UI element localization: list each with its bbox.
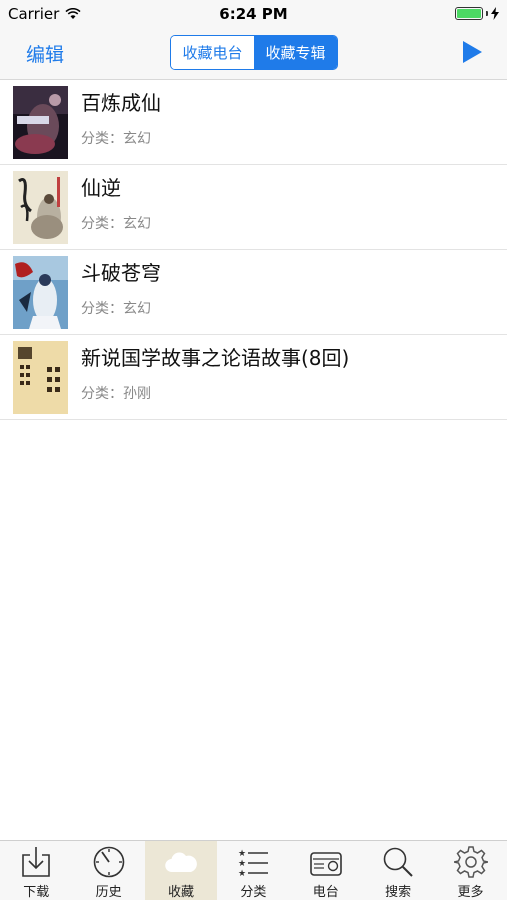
navigation-bar: 编辑 收藏电台 收藏专辑 [0,28,507,80]
album-title: 仙逆 [81,176,121,200]
tab-favorites[interactable]: 收藏 [144,841,218,900]
cloud-icon [165,852,197,873]
album-category: 分类：玄幻 [81,216,151,232]
list-item[interactable]: 新说国学故事之论语故事(8回) 分类：孙刚 [0,335,507,420]
album-cover [13,256,68,329]
tab-label: 搜索 [385,885,412,900]
clock: 6:24 PM [219,5,288,23]
album-cover [13,171,68,244]
list-item[interactable]: 仙逆 分类：玄幻 [0,165,507,250]
album-title: 斗破苍穹 [81,261,161,285]
list-icon: ★ ★ ★ [238,849,269,879]
list-item[interactable]: 百炼成仙 分类：玄幻 [0,80,507,165]
list-item[interactable]: 斗破苍穹 分类：玄幻 [0,250,507,335]
album-list: 百炼成仙 分类：玄幻 仙逆 分类：玄幻 斗破苍穹 分类：玄幻 新说国学故事之论语… [0,80,507,420]
radio-icon [309,852,342,876]
tab-radio[interactable]: 电台 [290,841,362,900]
battery-icon [455,7,499,20]
album-title: 百炼成仙 [81,91,161,115]
tab-label: 分类 [240,885,267,900]
album-category: 分类：玄幻 [81,131,151,147]
play-icon[interactable] [460,40,484,64]
tab-download[interactable]: 下载 [0,841,72,900]
tab-history[interactable]: 历史 [72,841,144,900]
album-category: 分类：孙刚 [81,386,151,402]
tab-label: 下载 [23,885,50,900]
tab-label: 更多 [457,885,484,900]
svg-text:★: ★ [238,849,246,859]
tab-search[interactable]: 搜索 [362,841,434,900]
tab-label: 收藏 [167,885,194,900]
segment-favorite-albums[interactable]: 收藏专辑 [254,36,337,69]
search-icon [383,847,413,877]
charging-bolt-icon [491,7,499,20]
tab-label: 电台 [312,885,339,900]
tab-categories[interactable]: ★ ★ ★ 分类 [217,841,289,900]
download-icon [22,847,50,877]
segmented-control: 收藏电台 收藏专辑 [170,35,338,70]
status-bar: Carrier 6:24 PM [0,0,507,28]
svg-text:★: ★ [238,869,246,879]
album-cover [13,341,68,414]
tab-bar: 下载 历史 收藏 ★ ★ ★ 分类 电台 搜索 更多 [0,840,507,900]
album-category: 分类：玄幻 [81,301,151,317]
album-title: 新说国学故事之论语故事(8回) [81,346,350,370]
clock-icon [93,846,124,878]
segment-favorite-radio[interactable]: 收藏电台 [171,36,254,69]
album-cover [13,86,68,159]
svg-text:★: ★ [238,859,246,869]
edit-button[interactable]: 编辑 [26,40,64,67]
tab-label: 历史 [95,885,122,900]
tab-more[interactable]: 更多 [434,841,506,900]
gear-icon [453,846,488,878]
